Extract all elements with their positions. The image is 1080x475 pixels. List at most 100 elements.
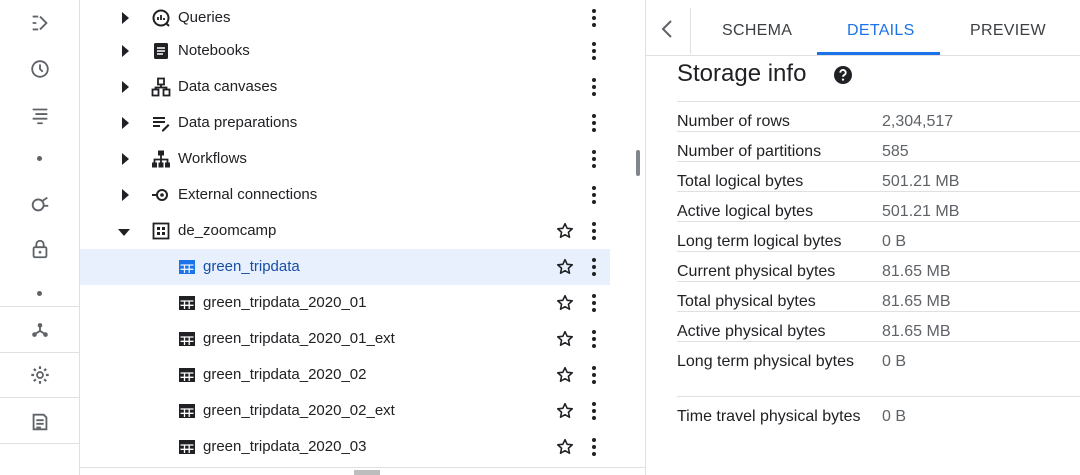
more-vert-icon[interactable]: [588, 436, 600, 458]
tree-row[interactable]: Queries: [80, 0, 610, 36]
more-vert-icon[interactable]: [588, 292, 600, 314]
workflow-icon: [151, 149, 171, 169]
tree-row-label: green_tripdata_2020_03: [203, 438, 367, 455]
more-vert-icon[interactable]: [588, 7, 600, 29]
more-vert-icon[interactable]: [588, 76, 600, 98]
star-icon[interactable]: [554, 256, 576, 278]
tree-row-label: Queries: [178, 9, 231, 26]
info-row: Number of rows 2,304,517: [677, 101, 1080, 131]
caret-down-icon[interactable]: [117, 225, 131, 239]
tree-row[interactable]: green_tripdata: [80, 249, 610, 285]
caret-right-icon[interactable]: [118, 11, 132, 25]
info-row: Total physical bytes 81.65 MB: [677, 281, 1080, 311]
tree-row-label: green_tripdata_2020_01: [203, 294, 367, 311]
history-icon[interactable]: [28, 57, 52, 81]
tree-row[interactable]: green_tripdata_2020_02: [80, 357, 610, 393]
queries-icon: [151, 8, 171, 28]
tree-row-label: green_tripdata_2020_02_ext: [203, 402, 395, 419]
active-tab-indicator: [817, 52, 940, 55]
star-icon[interactable]: [554, 292, 576, 314]
details-panel: SCHEMA DETAILS PREVIEW Storage info Numb…: [645, 0, 1080, 475]
data-prep-icon: [151, 113, 171, 133]
panel-resize-handle[interactable]: [636, 150, 640, 176]
caret-right-icon[interactable]: [118, 44, 132, 58]
tree-row[interactable]: green_tripdata_2020_01: [80, 285, 610, 321]
info-row: Number of partitions 585: [677, 131, 1080, 161]
info-row: Current physical bytes 81.65 MB: [677, 251, 1080, 281]
horizontal-scroll-thumb[interactable]: [354, 470, 380, 475]
tree-row-label: green_tripdata: [203, 258, 300, 275]
caret-right-icon[interactable]: [118, 116, 132, 130]
tree-row[interactable]: green_tripdata_2020_02_ext: [80, 393, 610, 429]
dataset-icon: [151, 221, 171, 241]
rail-divider: [0, 306, 80, 307]
chevron-left-icon[interactable]: [658, 20, 676, 38]
star-icon[interactable]: [554, 364, 576, 386]
star-icon[interactable]: [554, 220, 576, 242]
star-icon[interactable]: [554, 328, 576, 350]
lock-icon[interactable]: [28, 237, 52, 261]
tree-row-label: Data canvases: [178, 78, 278, 95]
tree-row[interactable]: de_zoomcamp: [80, 213, 610, 249]
tree-row[interactable]: External connections: [80, 177, 610, 213]
more-vert-icon[interactable]: [588, 40, 600, 62]
table-icon: [177, 365, 197, 385]
more-vert-icon[interactable]: [588, 328, 600, 350]
info-row: Long term logical bytes 0 B: [677, 221, 1080, 251]
settings-icon[interactable]: [28, 363, 52, 387]
star-icon[interactable]: [554, 400, 576, 422]
tree-row[interactable]: green_tripdata_2020_03: [80, 429, 610, 465]
tab-details[interactable]: DETAILS: [847, 22, 915, 40]
info-row: Long term physical bytes 0 B: [677, 341, 1080, 396]
tree-row[interactable]: Workflows: [80, 141, 610, 177]
table-icon: [177, 329, 197, 349]
canvas-icon: [151, 77, 171, 97]
connection-icon: [151, 185, 171, 205]
analytics-icon[interactable]: [28, 192, 52, 216]
tree-row[interactable]: green_tripdata_2020_01_ext: [80, 321, 610, 357]
info-row: Total logical bytes 501.21 MB: [677, 161, 1080, 191]
info-value: 0 B: [882, 408, 907, 425]
list-icon[interactable]: [28, 103, 52, 127]
tab-schema[interactable]: SCHEMA: [722, 22, 792, 40]
rail-dot: [37, 291, 42, 296]
more-vert-icon[interactable]: [588, 220, 600, 242]
notes-icon[interactable]: [28, 410, 52, 434]
tab-bar: SCHEMA DETAILS PREVIEW: [646, 0, 1080, 56]
tree-row-label: Notebooks: [178, 42, 250, 59]
info-value: 0 B: [882, 353, 907, 370]
more-vert-icon[interactable]: [588, 112, 600, 134]
hub-icon[interactable]: [28, 318, 52, 342]
tree-row[interactable]: Data preparations: [80, 105, 610, 141]
section-title: Storage info: [677, 60, 807, 87]
rail-divider: [0, 352, 80, 353]
tree-row-label: External connections: [178, 186, 318, 203]
explorer-bottom-divider: [80, 467, 645, 468]
more-vert-icon[interactable]: [588, 184, 600, 206]
tree-row-label: green_tripdata_2020_01_ext: [203, 330, 395, 347]
caret-right-icon[interactable]: [118, 80, 132, 94]
more-vert-icon[interactable]: [588, 256, 600, 278]
help-icon[interactable]: [833, 65, 853, 85]
info-key: Long term physical bytes: [677, 353, 854, 370]
transfer-icon[interactable]: [28, 11, 52, 35]
info-row: Active physical bytes 81.65 MB: [677, 311, 1080, 341]
table-icon: [177, 293, 197, 313]
tree-row[interactable]: Data canvases: [80, 69, 610, 105]
notebook-icon: [151, 41, 171, 61]
tree-row-label: de_zoomcamp: [178, 222, 277, 239]
tab-divider: [690, 8, 691, 54]
tab-preview[interactable]: PREVIEW: [970, 22, 1046, 40]
star-icon[interactable]: [554, 436, 576, 458]
tree-row[interactable]: Notebooks: [80, 33, 610, 69]
tree-row-label: Data preparations: [178, 114, 298, 131]
caret-right-icon[interactable]: [118, 188, 132, 202]
more-vert-icon[interactable]: [588, 364, 600, 386]
more-vert-icon[interactable]: [588, 148, 600, 170]
tree-row-label: green_tripdata_2020_02: [203, 366, 367, 383]
more-vert-icon[interactable]: [588, 400, 600, 422]
info-row: Time travel physical bytes 0 B: [677, 396, 1080, 451]
left-nav-rail: [0, 0, 80, 475]
caret-right-icon[interactable]: [118, 152, 132, 166]
info-key: Time travel physical bytes: [677, 408, 861, 425]
